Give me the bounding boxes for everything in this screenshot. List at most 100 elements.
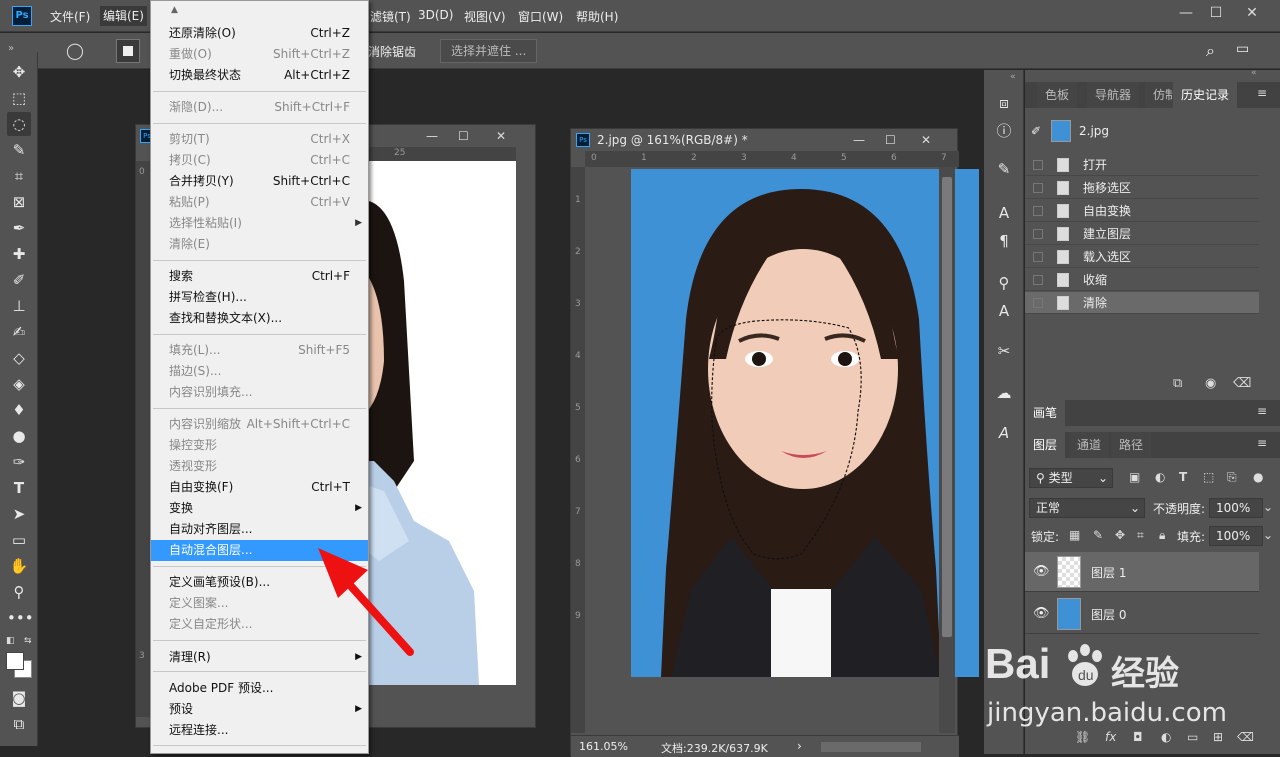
menu-filter[interactable]: 滤镜(T) [370,8,411,25]
path-select-tool-icon[interactable]: ➤ [7,502,31,526]
lasso-preset-icon[interactable]: ◯ [66,41,84,60]
horizontal-scrollbar[interactable] [821,742,921,752]
adjustment-filter-icon[interactable]: ◐ [1155,470,1165,484]
dodge-tool-icon[interactable]: ● [7,424,31,448]
3d-icon[interactable]: ⧈ [992,92,1016,114]
menu-window[interactable]: 窗口(W) [518,8,563,25]
screen-mode-icon[interactable]: ⧉ [7,712,31,736]
pixel-filter-icon[interactable]: ▣ [1129,470,1140,484]
menu-3d[interactable]: 3D(D) [418,8,453,22]
menu-item-find-replace[interactable]: 查找和替换文本(X)... [151,308,368,329]
blend-mode-select[interactable]: 正常 ⌄ [1029,498,1145,518]
history-checkbox[interactable] [1033,206,1043,216]
lasso-tool-icon[interactable]: ◌ [7,112,31,136]
stamp-tool-icon[interactable]: ⊥ [7,294,31,318]
tab-channels[interactable]: 通道 [1069,432,1110,458]
menu-item-clear[interactable]: 清除(E) [151,234,368,255]
shape-tool-icon[interactable]: ▭ [7,528,31,552]
foreground-color-swatch[interactable] [6,652,24,670]
lock-transparent-icon[interactable]: ▦ [1069,528,1080,542]
doc2-maximize-icon[interactable]: ☐ [885,129,896,151]
doc2-close-icon[interactable]: ✕ [921,129,931,151]
menu-item-copy-merged[interactable]: 合并拷贝(Y) Shift+Ctrl+C [151,171,368,192]
history-state[interactable]: 拖移选区 [1025,177,1259,199]
menu-item-redo[interactable]: 重做(O) Shift+Ctrl+Z [151,44,368,65]
doc1-minimize-icon[interactable]: — [426,125,438,147]
minimize-button[interactable]: — [1170,2,1202,24]
bucket-tool-icon[interactable]: ◈ [7,372,31,396]
shape-filter-icon[interactable]: ⬚ [1203,470,1214,484]
lock-pixels-icon[interactable]: ✎ [1093,528,1103,542]
layer-filter-select[interactable]: ⚲ 类型 ⌄ [1029,468,1113,488]
filter-toggle-icon[interactable]: ● [1253,470,1263,484]
new-document-from-state-icon[interactable]: ⧉ [1173,376,1182,391]
panel-menu-icon[interactable]: ≡ [1257,404,1267,418]
close-button[interactable]: ✕ [1236,2,1268,24]
menu-item-search[interactable]: 搜索 Ctrl+F [151,266,368,287]
menu-item-transform[interactable]: 变换 ▶ [151,498,368,519]
zoom-tool-icon[interactable]: ⚲ [7,580,31,604]
maximize-button[interactable]: ☐ [1200,2,1232,24]
eye-icon[interactable]: 👁︎ [1033,606,1050,621]
libraries-icon[interactable]: ☁ [992,382,1016,404]
history-state[interactable]: 自由变换 [1025,200,1259,222]
history-brush-icon[interactable]: ✐ [1031,124,1041,138]
eraser-tool-icon[interactable]: ◇ [7,346,31,370]
layer-name[interactable]: 图层 0 [1091,606,1126,623]
tab-brush[interactable]: 画笔 [1025,400,1066,426]
history-state[interactable]: 建立图层 [1025,223,1259,245]
menu-item-cut[interactable]: 剪切(T) Ctrl+X [151,129,368,150]
history-state[interactable]: 收缩 [1025,269,1259,291]
history-checkbox[interactable] [1033,160,1043,170]
menu-help[interactable]: 帮助(H) [576,8,618,25]
menu-item-free-transform[interactable]: 自由变换(F) Ctrl+T [151,477,368,498]
history-checkbox[interactable] [1033,183,1043,193]
tab-navigator[interactable]: 导航器 [1087,82,1140,108]
tab-history[interactable]: 历史记录 [1173,82,1238,108]
fill-input[interactable]: 100% [1209,526,1263,546]
history-checkbox[interactable] [1033,298,1043,308]
menu-item-auto-align-layers[interactable]: 自动对齐图层... [151,519,368,540]
menu-item-undo[interactable]: 还原清除(O) Ctrl+Z [151,23,368,44]
frame-tool-icon[interactable]: ⊠ [7,190,31,214]
new-selection-icon[interactable] [116,39,140,63]
menu-item-paste[interactable]: 粘贴(P) Ctrl+V [151,192,368,213]
status-arrow-icon[interactable]: › [797,739,802,753]
more-tools-icon[interactable]: ••• [7,606,34,630]
menu-item-content-aware-fill[interactable]: 内容识别填充... [151,382,368,403]
scroll-up-icon[interactable]: ▲ [171,5,178,15]
menu-item-spell-check[interactable]: 拼写检查(H)... [151,287,368,308]
layer-name[interactable]: 图层 1 [1091,564,1126,581]
menu-item-puppet-warp[interactable]: 操控变形 [151,435,368,456]
smart-object-filter-icon[interactable]: ⎘ [1227,470,1237,485]
default-colors-icon[interactable]: ◧ [6,636,15,646]
scroll-thumb[interactable] [942,177,952,637]
move-tool-icon[interactable]: ✥ [7,60,31,84]
history-state-selected[interactable]: 清除 [1025,292,1259,314]
pen-tool-icon[interactable]: ✑ [7,450,31,474]
type-filter-icon[interactable]: T [1179,470,1187,484]
brush-settings-icon[interactable]: ✎ [992,158,1016,180]
eyedropper-tool-icon[interactable]: ✒ [7,216,31,240]
crop-tool-icon[interactable]: ⌗ [7,164,31,188]
collapse-icon[interactable]: « [1010,72,1016,82]
marquee-tool-icon[interactable]: ⬚ [7,86,31,110]
menu-item-pdf-presets[interactable]: Adobe PDF 预设... [151,678,368,699]
history-snapshot[interactable]: ✐ 2.jpg [1025,114,1259,148]
menu-item-stroke[interactable]: 描边(S)... [151,361,368,382]
glyphs-icon[interactable]: ⚲ [992,272,1016,294]
collapse-icon[interactable]: « [1251,68,1257,78]
brush-tool-icon[interactable]: ✐ [7,268,31,292]
history-checkbox[interactable] [1033,275,1043,285]
quick-mask-icon[interactable]: ◙ [7,686,31,710]
panel-menu-icon[interactable]: ≡ [1257,86,1267,100]
layer-row[interactable]: 👁︎ 图层 0 [1025,594,1259,634]
doc2-vertical-scrollbar[interactable] [939,167,955,733]
tab-paths[interactable]: 路径 [1111,432,1152,458]
blur-tool-icon[interactable]: ♦ [7,398,31,422]
history-brush-tool-icon[interactable]: ✍ [7,320,31,344]
menu-item-copy[interactable]: 拷贝(C) Ctrl+C [151,150,368,171]
chevron-down-icon[interactable]: ⌄ [1263,500,1273,514]
menu-edit[interactable]: 编辑(E) [100,6,147,26]
chevron-down-icon[interactable]: ⌄ [1263,528,1273,542]
